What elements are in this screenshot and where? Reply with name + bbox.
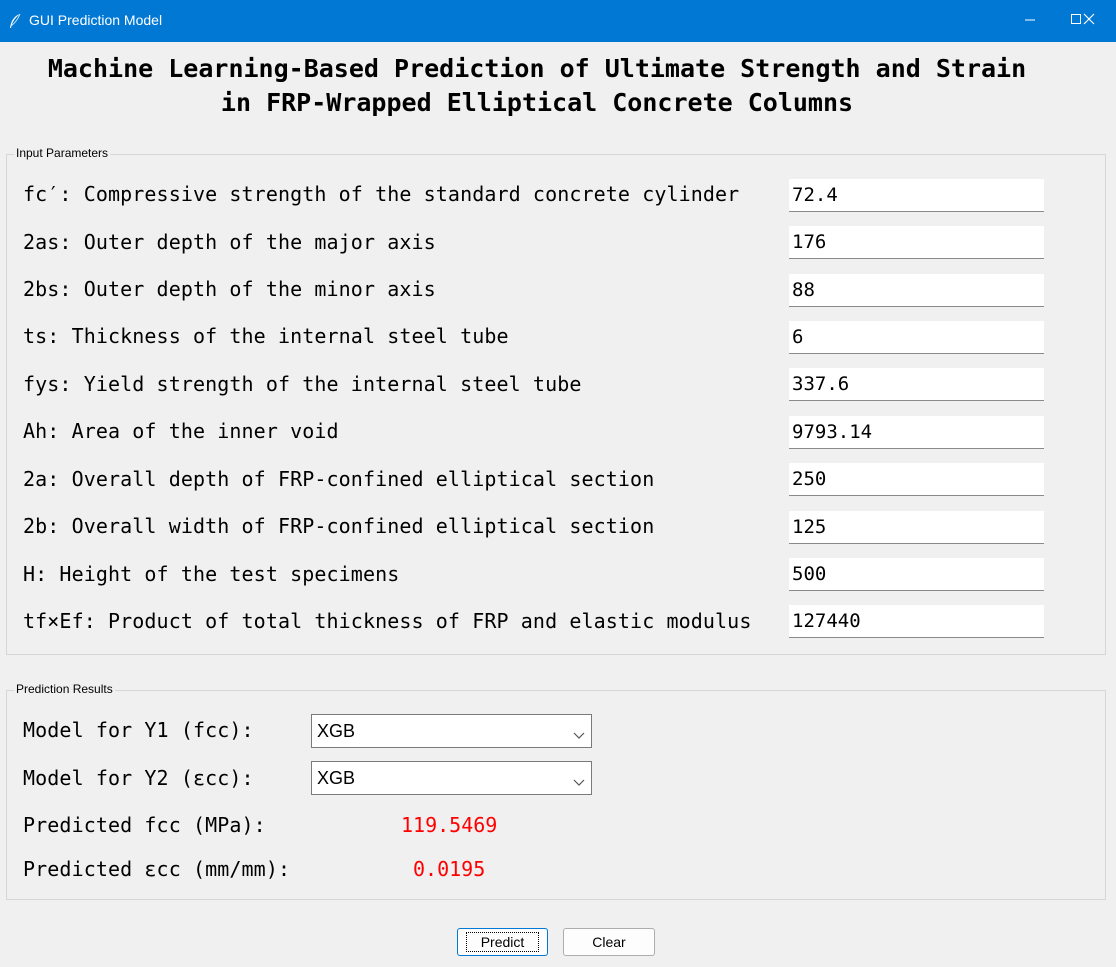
ts-input[interactable] [789, 321, 1044, 354]
predicted-fcc-value: 119.5469 [401, 813, 498, 837]
predicted-ecc-label: Predicted εcc (mm/mm): [23, 857, 291, 881]
input-label-2as: 2as: Outer depth of the major axis [23, 230, 436, 254]
predicted-ecc-value: 0.0195 [413, 857, 486, 881]
model-y1-label: Model for Y1 (fcc): [23, 718, 254, 742]
2a-input[interactable] [789, 463, 1044, 496]
clear-button[interactable]: Clear [563, 928, 655, 956]
model-y2-select[interactable]: XGB [311, 761, 592, 795]
chevron-down-icon [573, 774, 585, 786]
chevron-down-icon [573, 727, 585, 739]
2as-input[interactable] [789, 226, 1044, 259]
page-title-line-2: in FRP-Wrapped Elliptical Concrete Colum… [220, 88, 854, 117]
input-label-ts: ts: Thickness of the internal steel tube [23, 324, 509, 348]
2bs-input[interactable] [789, 274, 1044, 307]
title-bar: GUI Prediction Model [0, 0, 1116, 42]
model-y2-value: XGB [317, 768, 356, 788]
predict-button[interactable]: Predict [457, 928, 548, 956]
page-title: Machine Learning-Based Prediction of Ult… [0, 52, 1074, 120]
model-y2-label: Model for Y2 (εcc): [23, 766, 254, 790]
input-label-2b: 2b: Overall width of FRP-confined ellipt… [23, 514, 655, 538]
window-title: GUI Prediction Model [29, 12, 163, 28]
close-button[interactable] [1066, 0, 1112, 42]
close-icon [1083, 12, 1095, 30]
input-label-2a: 2a: Overall depth of FRP-confined ellipt… [23, 467, 655, 491]
predicted-fcc-label: Predicted fcc (MPa): [23, 813, 266, 837]
fc-input[interactable] [789, 179, 1044, 212]
prediction-results-label: Prediction Results [14, 682, 115, 696]
input-label-ah: Ah: Area of the inner void [23, 419, 339, 443]
input-label-tfef: tf×Ef: Product of total thickness of FRP… [23, 609, 752, 633]
input-label-fc: fc′: Compressive strength of the standar… [23, 182, 740, 206]
model-y1-select[interactable]: XGB [311, 714, 592, 748]
ah-input[interactable] [789, 416, 1044, 449]
input-label-fys: fys: Yield strength of the internal stee… [23, 372, 582, 396]
predict-button-label: Predict [465, 932, 540, 952]
feather-icon [8, 13, 22, 29]
2b-input[interactable] [789, 511, 1044, 544]
input-label-2bs: 2bs: Outer depth of the minor axis [23, 277, 436, 301]
input-label-h: H: Height of the test specimens [23, 562, 400, 586]
input-parameters-label: Input Parameters [14, 146, 111, 160]
fys-input[interactable] [789, 368, 1044, 401]
h-input[interactable] [789, 558, 1044, 591]
tfef-input[interactable] [789, 605, 1044, 638]
page-title-line-1: Machine Learning-Based Prediction of Ult… [47, 54, 1027, 83]
model-y1-value: XGB [317, 721, 356, 741]
